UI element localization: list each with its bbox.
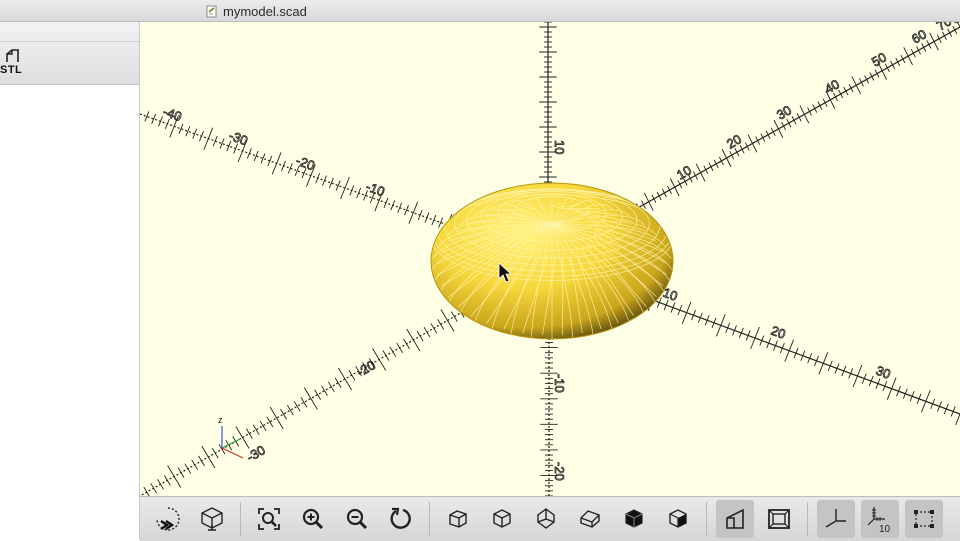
axis-tick-label: 60 xyxy=(909,26,929,46)
view-bottom-icon xyxy=(537,508,555,529)
zoom-in-icon xyxy=(302,508,324,530)
zoom-in-button[interactable] xyxy=(294,500,332,538)
view-front-icon xyxy=(625,509,643,528)
preview-button[interactable] xyxy=(149,500,187,538)
view-back-button[interactable] xyxy=(659,500,697,538)
show-scale-markers-button[interactable]: 10 xyxy=(861,500,899,538)
window-titlebar: mymodel.scad xyxy=(0,0,960,22)
view-back-icon xyxy=(669,509,687,528)
perspective-button[interactable] xyxy=(716,500,754,538)
toolbar-separator xyxy=(429,502,430,536)
view-top-icon xyxy=(493,509,511,528)
show-axes-button[interactable] xyxy=(817,500,855,538)
view-right-button[interactable] xyxy=(439,500,477,538)
zoom-fit-icon xyxy=(258,508,280,530)
toolbar-divider xyxy=(0,41,139,42)
view-top-button[interactable] xyxy=(483,500,521,538)
axes-icon xyxy=(825,509,846,528)
view-all-button[interactable] xyxy=(250,500,288,538)
viewport-canvas[interactable]: -40-30-20-101020301020304050607080-20-30… xyxy=(140,22,960,496)
view-left-button[interactable] xyxy=(571,500,609,538)
toolbar-separator xyxy=(240,502,241,536)
axis-tick-label: -20 xyxy=(552,462,567,481)
reset-view-icon xyxy=(390,507,411,529)
toolbar-separator xyxy=(706,502,707,536)
document-icon xyxy=(206,5,218,18)
view-toolbar: 10 xyxy=(140,496,960,541)
axis-tick-label: -20 xyxy=(354,357,378,379)
axis-tick-label: -30 xyxy=(227,128,250,149)
z-axis-positive xyxy=(539,22,557,202)
scale-markers-icon: 10 xyxy=(867,507,891,533)
view-right-icon xyxy=(449,510,467,528)
3d-viewport[interactable]: -40-30-20-101020301020304050607080-20-30… xyxy=(140,22,960,496)
axis-tick-label: 10 xyxy=(552,140,567,154)
window-title-text: mymodel.scad xyxy=(223,3,307,19)
show-edges-button[interactable] xyxy=(905,500,943,538)
toolbar-separator xyxy=(807,502,808,536)
preview-icon xyxy=(156,507,180,531)
axis-tick-label: 40 xyxy=(822,76,842,96)
zoom-out-icon xyxy=(346,508,368,530)
edges-icon xyxy=(914,510,934,528)
orthogonal-button[interactable] xyxy=(760,500,798,538)
view-left-icon xyxy=(580,510,600,528)
scale-markers-label: 10 xyxy=(879,524,891,533)
render-icon xyxy=(201,507,223,531)
export-stl-button[interactable]: STL xyxy=(0,46,30,80)
axes-indicator-z-label: z xyxy=(218,415,223,425)
axis-tick-label: -40 xyxy=(161,104,184,125)
reset-view-button[interactable] xyxy=(382,500,420,538)
axis-tick-label: 30 xyxy=(774,102,794,122)
orthogonal-icon xyxy=(768,509,790,529)
export-stl-icon xyxy=(6,49,19,62)
perspective-icon xyxy=(726,508,744,529)
window-title: mymodel.scad xyxy=(206,3,307,19)
editor-toolbar: STL xyxy=(0,22,139,85)
zoom-out-button[interactable] xyxy=(338,500,376,538)
axis-tick-label: 20 xyxy=(769,323,788,342)
view-bottom-button[interactable] xyxy=(527,500,565,538)
axis-tick-label: -10 xyxy=(552,374,567,393)
axes-indicator: z xyxy=(218,415,244,459)
axis-tick-label: 30 xyxy=(874,363,893,382)
model-ellipsoid[interactable] xyxy=(430,182,674,341)
render-button[interactable] xyxy=(193,500,231,538)
axis-tick-label: 20 xyxy=(724,131,744,151)
view-front-button[interactable] xyxy=(615,500,653,538)
export-stl-label: STL xyxy=(0,64,23,76)
editor-panel: STL xyxy=(0,22,140,540)
axis-tick-label: 50 xyxy=(869,49,889,69)
